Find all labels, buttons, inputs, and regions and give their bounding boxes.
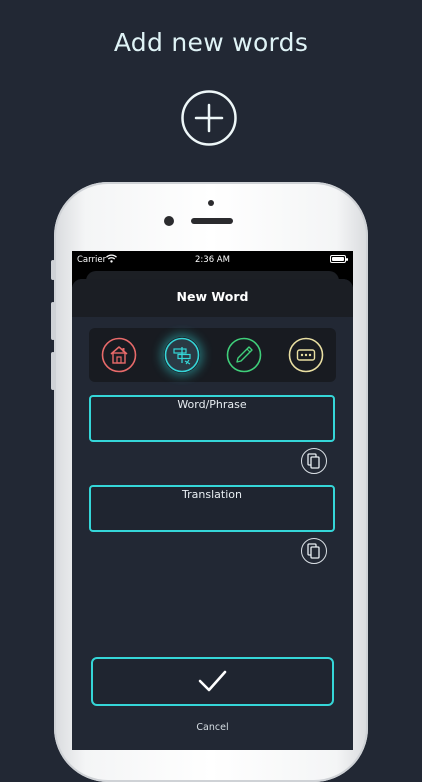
road-sign-icon	[164, 337, 200, 373]
house-icon	[101, 337, 137, 373]
phone-speaker	[191, 218, 233, 224]
category-edit[interactable]	[226, 337, 262, 373]
marketing-headline: Add new words	[113, 28, 309, 57]
phone-mute-switch	[51, 260, 55, 280]
category-home[interactable]	[101, 337, 137, 373]
phone-volume-up	[51, 302, 55, 340]
phone-sensor	[208, 200, 214, 206]
status-time: 2:36 AM	[195, 255, 230, 265]
word-phrase-field[interactable]: Word/Phrase	[89, 395, 335, 442]
word-phrase-label: Word/Phrase	[177, 398, 247, 411]
nav-bar: New Word	[72, 279, 353, 317]
copy-icon	[307, 543, 320, 559]
translation-field[interactable]: Translation	[89, 485, 335, 532]
category-other[interactable]	[288, 337, 324, 373]
category-travel[interactable]	[164, 337, 200, 373]
cancel-button[interactable]: Cancel	[72, 722, 353, 733]
phone-camera	[164, 216, 174, 226]
add-plus-icon	[181, 90, 237, 146]
copy-icon	[307, 453, 320, 469]
phone-volume-down	[51, 352, 55, 390]
phone-screen: Carrier 2:36 AM New Word Word/Phrase Tra…	[72, 251, 353, 750]
checkmark-icon	[198, 670, 227, 692]
status-bar: Carrier 2:36 AM	[72, 251, 353, 269]
copy-word-button[interactable]	[301, 448, 327, 474]
confirm-button[interactable]	[91, 657, 334, 706]
category-picker	[89, 328, 336, 382]
ellipsis-icon	[288, 337, 324, 373]
battery-icon	[330, 255, 348, 263]
new-word-sheet: New Word Word/Phrase Translation Cancel	[72, 279, 353, 750]
copy-translation-button[interactable]	[301, 538, 327, 564]
page-title: New Word	[176, 289, 249, 304]
translation-label: Translation	[182, 488, 242, 501]
pencil-icon	[226, 337, 262, 373]
